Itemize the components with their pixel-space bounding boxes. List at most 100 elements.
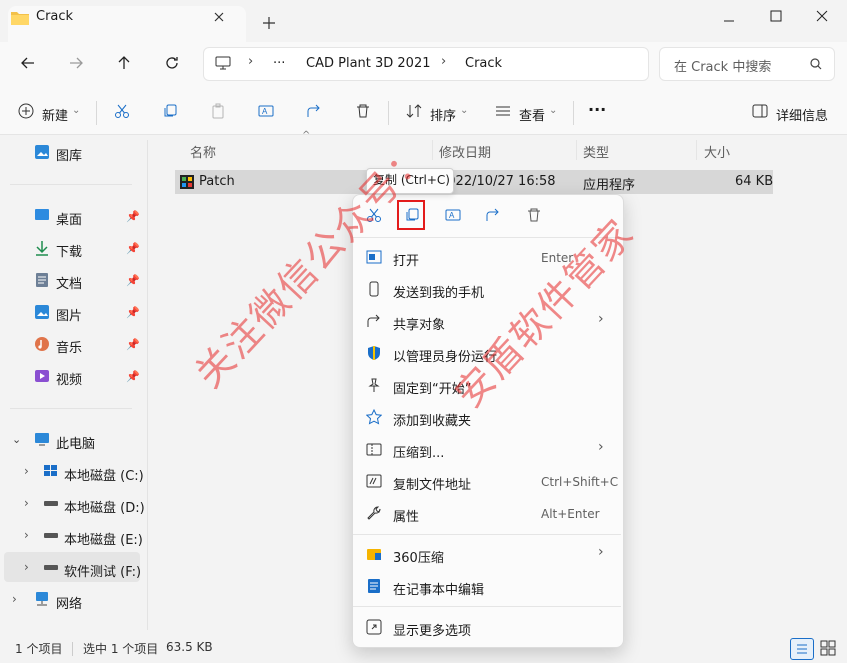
wrench-icon xyxy=(366,505,382,521)
view-icon[interactable] xyxy=(495,103,511,119)
paste-icon[interactable] xyxy=(210,103,226,119)
copy-icon[interactable] xyxy=(162,103,178,119)
delete-icon[interactable] xyxy=(526,207,542,223)
chevron-down-icon[interactable]: ⌄ xyxy=(12,433,21,446)
pin-icon[interactable]: 📌 xyxy=(126,274,140,287)
menu-divider xyxy=(353,606,621,607)
open-icon xyxy=(366,250,382,264)
search-icon xyxy=(810,58,822,70)
column-divider[interactable] xyxy=(696,140,697,160)
sort-button[interactable]: 排序 xyxy=(430,105,456,124)
up-arrow-icon[interactable] xyxy=(116,55,132,71)
menu-item-open[interactable]: 打开 xyxy=(393,250,419,269)
menu-divider xyxy=(353,534,621,535)
chevron-right-icon: › xyxy=(441,54,447,69)
forward-arrow-icon[interactable] xyxy=(68,55,84,71)
menu-item-properties[interactable]: 属性 xyxy=(393,506,419,525)
sidebar-item-desktop[interactable]: 桌面 xyxy=(56,209,82,228)
pin-icon[interactable]: 📌 xyxy=(126,370,140,383)
menu-item-copy-path[interactable]: 复制文件地址 xyxy=(393,474,471,493)
menu-item-share[interactable]: 共享对象 xyxy=(393,314,445,333)
column-modified[interactable]: 修改日期 xyxy=(439,142,491,161)
chevron-right-icon[interactable]: › xyxy=(12,592,17,606)
cut-icon[interactable] xyxy=(114,103,130,119)
column-divider[interactable] xyxy=(576,140,577,160)
sidebar-item-this-pc[interactable]: 此电脑 xyxy=(56,433,95,452)
close-icon[interactable] xyxy=(212,10,226,24)
back-arrow-icon[interactable] xyxy=(20,55,36,71)
maximize-icon[interactable] xyxy=(769,9,783,23)
tiles-view-button[interactable] xyxy=(820,640,836,656)
breadcrumb-overflow[interactable]: ··· xyxy=(273,56,285,71)
file-name[interactable]: Patch xyxy=(199,174,235,189)
share-icon xyxy=(366,313,382,329)
pin-icon[interactable]: 📌 xyxy=(126,242,140,255)
chevron-right-icon: › xyxy=(598,311,604,327)
menu-item-send-to-phone[interactable]: 发送到我的手机 xyxy=(393,282,484,301)
chevron-right-icon[interactable]: › xyxy=(24,560,29,574)
chevron-down-icon: ⌄ xyxy=(460,105,469,116)
application-icon xyxy=(180,175,194,189)
menu-item-add-favorites[interactable]: 添加到收藏夹 xyxy=(393,410,471,429)
details-button[interactable]: 详细信息 xyxy=(776,105,828,124)
plus-icon[interactable] xyxy=(262,16,276,30)
zip-folder-icon xyxy=(366,441,382,457)
pin-icon[interactable]: 📌 xyxy=(126,306,140,319)
chevron-right-icon[interactable]: › xyxy=(24,496,29,510)
file-size: 64 KB xyxy=(735,174,774,189)
rename-icon[interactable]: A xyxy=(445,207,461,223)
view-button[interactable]: 查看 xyxy=(519,105,545,124)
sidebar-item-gallery[interactable]: 图库 xyxy=(56,145,82,164)
rename-icon[interactable]: A xyxy=(258,103,274,119)
sidebar-item-network[interactable]: 网络 xyxy=(56,593,82,612)
svg-text:A: A xyxy=(449,211,455,220)
windows-drive-icon xyxy=(44,465,58,477)
chevron-right-icon[interactable]: › xyxy=(24,464,29,478)
details-pane-icon[interactable] xyxy=(752,103,768,119)
chevron-right-icon: › xyxy=(598,439,604,455)
divider xyxy=(388,101,389,125)
breadcrumb-crack[interactable]: Crack xyxy=(465,56,502,71)
share-icon[interactable] xyxy=(485,207,501,223)
column-type[interactable]: 类型 xyxy=(583,142,609,161)
menu-item-360-zip[interactable]: 360压缩 xyxy=(393,547,444,566)
sort-icon[interactable] xyxy=(406,103,422,119)
close-window-icon[interactable] xyxy=(815,9,829,23)
delete-icon[interactable] xyxy=(355,103,371,119)
copy-highlight-box xyxy=(397,200,425,230)
this-pc-icon xyxy=(34,432,50,446)
details-view-button[interactable] xyxy=(790,638,814,660)
sidebar-item-downloads[interactable]: 下载 xyxy=(56,241,82,260)
menu-item-show-more[interactable]: 显示更多选项 xyxy=(393,620,471,639)
chevron-right-icon[interactable]: › xyxy=(24,528,29,542)
minimize-icon[interactable] xyxy=(722,14,736,28)
star-icon xyxy=(366,409,382,425)
divider xyxy=(573,101,574,125)
pin-icon[interactable]: 📌 xyxy=(126,210,140,223)
more-options-button[interactable]: ··· xyxy=(588,100,606,119)
breadcrumb-cad[interactable]: CAD Plant 3D 2021 xyxy=(306,56,431,71)
refresh-icon[interactable] xyxy=(164,55,180,71)
menu-item-edit-notepad[interactable]: 在记事本中编辑 xyxy=(393,579,484,598)
file-modified: 2022/10/27 16:58 xyxy=(439,174,556,189)
download-icon xyxy=(34,240,50,256)
pin-icon xyxy=(366,377,382,393)
sidebar-item-documents[interactable]: 文档 xyxy=(56,273,82,292)
sidebar-item-videos[interactable]: 视频 xyxy=(56,369,82,388)
sidebar-item-drive-f[interactable]: 软件测试 (F:) xyxy=(64,561,141,580)
pictures-icon xyxy=(34,304,50,320)
search-placeholder: 在 Crack 中搜索 xyxy=(674,60,772,75)
column-name[interactable]: 名称 xyxy=(190,142,216,161)
sidebar-item-pictures[interactable]: 图片 xyxy=(56,305,82,324)
new-button[interactable]: 新建 xyxy=(42,105,68,124)
new-plus-icon[interactable] xyxy=(18,103,34,119)
share-icon[interactable] xyxy=(306,103,322,119)
sidebar-item-drive-c[interactable]: 本地磁盘 (C:) xyxy=(64,465,144,484)
menu-item-compress[interactable]: 压缩到... xyxy=(393,442,444,461)
sidebar-item-drive-e[interactable]: 本地磁盘 (E:) xyxy=(64,529,143,548)
sidebar-item-drive-d[interactable]: 本地磁盘 (D:) xyxy=(64,497,145,516)
column-size[interactable]: 大小 xyxy=(704,142,730,161)
network-icon xyxy=(34,592,50,606)
pin-icon[interactable]: 📌 xyxy=(126,338,140,351)
sidebar-item-music[interactable]: 音乐 xyxy=(56,337,82,356)
